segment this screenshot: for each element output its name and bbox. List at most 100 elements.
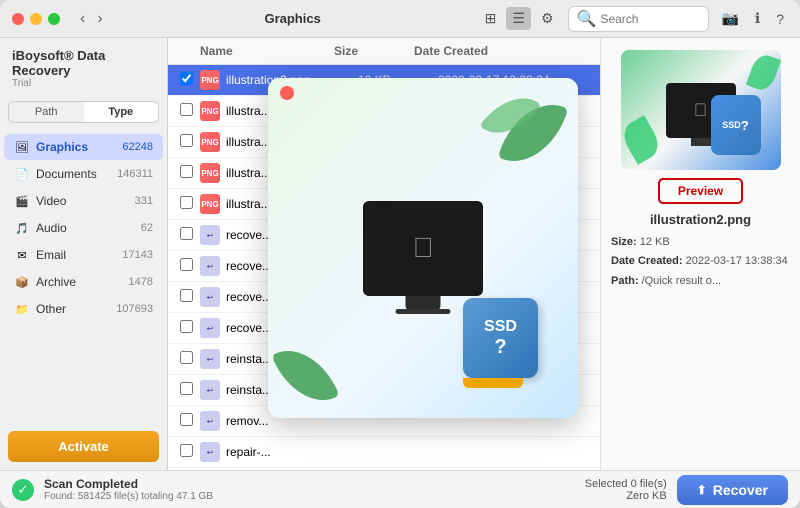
file-type-icon: ↩ bbox=[200, 411, 220, 431]
file-type-icon: ↩ bbox=[200, 256, 220, 276]
monitor-foot bbox=[406, 296, 441, 310]
sidebar-item-count: 17143 bbox=[122, 249, 153, 261]
scan-title: Scan Completed bbox=[44, 477, 213, 491]
selected-info: Selected 0 file(s) Zero KB bbox=[585, 478, 667, 502]
preview-filename: illustration2.png bbox=[650, 212, 751, 227]
monitor-body:  bbox=[363, 201, 483, 296]
monitor-stand bbox=[691, 138, 711, 146]
sidebar-item-documents[interactable]: 📄 Documents 146311 bbox=[4, 161, 163, 187]
preview-ssd: SSD ? bbox=[711, 95, 761, 155]
activate-button[interactable]: Activate bbox=[8, 431, 159, 462]
ssd-container: SSD ? bbox=[463, 298, 538, 388]
question-mark: ? bbox=[741, 118, 749, 133]
preview-button[interactable]: Preview bbox=[658, 178, 743, 204]
col-date-header: Date Created bbox=[414, 44, 564, 58]
selected-count: Selected 0 file(s) bbox=[585, 478, 667, 490]
recover-label: Recover bbox=[713, 482, 768, 498]
recover-icon: ⬆ bbox=[697, 483, 707, 497]
close-button[interactable] bbox=[12, 13, 24, 25]
file-checkbox[interactable] bbox=[180, 258, 193, 271]
list-view-button[interactable]: ☰ bbox=[506, 7, 531, 30]
sidebar-item-label: Documents bbox=[36, 167, 111, 181]
audio-icon: 🎵 bbox=[14, 220, 30, 236]
sidebar-item-email[interactable]: ✉ Email 17143 bbox=[4, 242, 163, 268]
file-checkbox[interactable] bbox=[180, 382, 193, 395]
sidebar-item-count: 1478 bbox=[129, 276, 153, 288]
size-value: 12 KB bbox=[640, 236, 670, 248]
size-label: Size: bbox=[611, 236, 637, 248]
search-icon: 🔍 bbox=[577, 9, 597, 29]
overlay-image:  SSD ? bbox=[268, 78, 578, 418]
traffic-lights bbox=[12, 13, 60, 25]
leaf-left bbox=[621, 115, 664, 165]
scan-status-text: Scan Completed Found: 581425 file(s) tot… bbox=[44, 477, 213, 502]
table-row[interactable]: ↩ repair-... bbox=[168, 437, 600, 468]
sidebar-item-video[interactable]: 🎬 Video 331 bbox=[4, 188, 163, 214]
ssd-bottom bbox=[463, 378, 523, 388]
sidebar-item-graphics[interactable]: 🖼 Graphics 62248 bbox=[4, 134, 163, 160]
file-checkbox[interactable] bbox=[180, 320, 193, 333]
file-checkbox[interactable] bbox=[180, 289, 193, 302]
maximize-button[interactable] bbox=[48, 13, 60, 25]
help-button[interactable]: ? bbox=[772, 9, 788, 29]
other-icon: 📁 bbox=[14, 301, 30, 317]
search-input[interactable] bbox=[600, 12, 700, 26]
scan-complete-icon: ✓ bbox=[12, 479, 34, 501]
sidebar-item-count: 146311 bbox=[117, 168, 153, 180]
file-checkbox[interactable] bbox=[180, 103, 193, 116]
sidebar-item-archive[interactable]: 📦 Archive 1478 bbox=[4, 269, 163, 295]
sidebar-item-label: Video bbox=[36, 194, 129, 208]
sidebar-item-count: 107693 bbox=[116, 303, 153, 315]
documents-icon: 📄 bbox=[14, 166, 30, 182]
file-checkbox[interactable] bbox=[180, 72, 193, 85]
archive-icon: 📦 bbox=[14, 274, 30, 290]
col-name-header: Name bbox=[200, 44, 334, 58]
preview-panel:  SSD ? Preview illustration2.png Size: … bbox=[600, 38, 800, 470]
camera-button[interactable]: 📷 bbox=[717, 8, 742, 29]
back-button[interactable]: ‹ bbox=[76, 8, 89, 30]
file-checkbox[interactable] bbox=[180, 196, 193, 209]
selected-size: Zero KB bbox=[585, 490, 667, 502]
sidebar-item-other[interactable]: 📁 Other 107693 bbox=[4, 296, 163, 322]
tab-path[interactable]: Path bbox=[9, 102, 84, 122]
file-type-icon: PNG bbox=[200, 194, 220, 214]
preview-meta: Size: 12 KB Date Created: 2022-03-17 13:… bbox=[611, 235, 790, 293]
file-type-icon: PNG bbox=[200, 132, 220, 152]
email-icon: ✉ bbox=[14, 247, 30, 263]
info-button[interactable]: ℹ bbox=[751, 8, 764, 29]
filter-button[interactable]: ⚙ bbox=[535, 7, 560, 30]
minimize-button[interactable] bbox=[30, 13, 42, 25]
status-bar: ✓ Scan Completed Found: 581425 file(s) t… bbox=[0, 470, 800, 508]
sidebar-item-label: Email bbox=[36, 248, 116, 262]
file-type-icon: PNG bbox=[200, 70, 220, 90]
date-value: 2022-03-17 13:38:34 bbox=[686, 255, 788, 267]
sidebar-item-count: 331 bbox=[135, 195, 153, 207]
video-icon: 🎬 bbox=[14, 193, 30, 209]
preview-size-row: Size: 12 KB bbox=[611, 235, 790, 250]
file-type-icon: ↩ bbox=[200, 442, 220, 462]
ssd-text: SSD bbox=[722, 120, 741, 130]
file-name: repair-... bbox=[226, 445, 358, 459]
overlay-close-button[interactable] bbox=[280, 86, 294, 100]
leaf-decoration-bl bbox=[271, 337, 339, 415]
file-checkbox[interactable] bbox=[180, 165, 193, 178]
monitor-base bbox=[396, 309, 451, 314]
search-box: 🔍 bbox=[568, 6, 710, 32]
preview-thumbnail:  SSD ? bbox=[621, 50, 781, 170]
app-window: ‹ › Graphics ⊞ ☰ ⚙ 🔍 📷 ℹ ? iBoysoft® Dat… bbox=[0, 0, 800, 508]
file-checkbox[interactable] bbox=[180, 351, 193, 364]
date-label: Date Created: bbox=[611, 255, 683, 267]
file-checkbox[interactable] bbox=[180, 134, 193, 147]
forward-button[interactable]: › bbox=[93, 8, 106, 30]
tab-type[interactable]: Type bbox=[84, 102, 159, 122]
sidebar-item-audio[interactable]: 🎵 Audio 62 bbox=[4, 215, 163, 241]
recover-button[interactable]: ⬆ Recover bbox=[677, 475, 788, 505]
preview-overlay:  SSD ? bbox=[268, 78, 578, 418]
file-checkbox[interactable] bbox=[180, 444, 193, 457]
file-checkbox[interactable] bbox=[180, 413, 193, 426]
grid-view-button[interactable]: ⊞ bbox=[479, 7, 503, 30]
file-type-icon: ↩ bbox=[200, 318, 220, 338]
table-row[interactable]: ↩ repair-... bbox=[168, 468, 600, 470]
titlebar: ‹ › Graphics ⊞ ☰ ⚙ 🔍 📷 ℹ ? bbox=[0, 0, 800, 38]
file-checkbox[interactable] bbox=[180, 227, 193, 240]
